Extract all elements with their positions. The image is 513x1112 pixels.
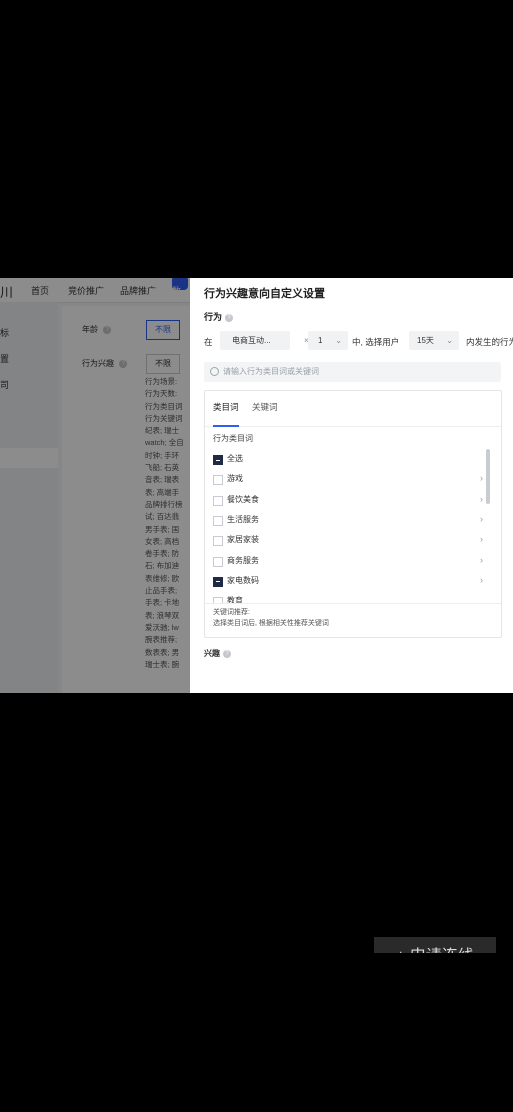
drawer-title: 行为兴趣意向自定义设置 [204,288,325,300]
active-tab-indicator [213,425,239,427]
category-label: 游戏 [227,474,243,484]
search-placeholder: 请输入行为类目词或关键词 [223,367,319,376]
chevron-right-icon[interactable]: › [480,555,483,565]
category-checkbox[interactable] [213,455,223,465]
category-label: 教育 [227,596,243,604]
behavior-scene-select[interactable]: 电商互动... × [220,331,309,350]
category-label: 家居家装 [227,535,259,545]
behavior-section-title: 行为? [204,310,234,323]
tab-keywords[interactable]: 关键词 [252,401,278,413]
interest-section-title: 兴趣? [204,648,231,659]
category-item[interactable]: 全选 [213,452,483,468]
chevron-right-icon[interactable]: › [480,575,483,585]
category-label: 餐饮美食 [227,494,259,504]
scene-select-value: 电商互动... [232,336,271,345]
category-checkbox[interactable] [213,536,223,547]
apply-connect-button[interactable]: + 申请连线 [374,937,496,953]
category-item[interactable]: 家电数码 › [213,574,483,590]
close-icon[interactable]: ✕ [466,282,486,304]
keyword-recommendation-hint: 选择类目词后, 根据相关性推荐关键词 [213,620,329,627]
select-users-text: 中, 选择用户 [352,337,400,347]
help-icon[interactable]: ? [225,313,234,322]
keyword-recommendation: 关键词推荐: 选择类目词后, 根据相关性推荐关键词 [213,607,329,629]
category-item[interactable]: 教育 [213,594,483,604]
category-item[interactable]: 游戏 › [213,472,483,488]
category-item[interactable]: 家居家装 › [213,533,483,549]
scrollbar[interactable] [486,449,490,504]
category-label: 全选 [227,454,243,463]
category-list-header: 行为类目词 [213,434,253,443]
category-label: 家电数码 [227,575,259,585]
category-item[interactable]: 餐饮美食 › [213,493,483,509]
days-select[interactable]: 15天 ⌄ [409,331,459,350]
help-icon[interactable]: ? [223,649,231,658]
chevron-down-icon: ⌄ [446,336,453,345]
in-label: 在 [204,337,213,347]
category-checkbox[interactable] [213,495,223,506]
category-checkbox[interactable] [213,515,223,526]
behavior-interest-drawer: 行为兴趣意向自定义设置 ✕ 行为? 在 电商互动... × 1 ⌄ 中, 选择用… [190,278,513,693]
category-label: 生活服务 [227,514,259,524]
count-select-value: 1 [318,336,323,345]
category-search-input[interactable]: 请输入行为类目词或关键词 [204,362,501,382]
tab-category-words[interactable]: 类目词 [213,401,239,413]
count-select[interactable]: 1 ⌄ [308,331,348,350]
chevron-right-icon[interactable]: › [480,534,483,544]
days-select-value: 15天 [417,336,434,345]
occurred-behavior-text: 内发生的行为 [466,337,513,347]
chevron-right-icon[interactable]: › [480,494,483,504]
chevron-right-icon[interactable]: › [480,473,483,483]
category-checkbox[interactable] [213,556,223,567]
keyword-recommendation-title: 关键词推荐: [213,609,250,616]
divider [205,426,501,427]
apply-connect-label: + 申请连线 [396,942,474,953]
chevron-right-icon[interactable]: › [480,514,483,524]
category-checkbox[interactable] [213,475,223,486]
category-panel: 类目词 关键词 行为类目词 全选 游戏 › 餐饮美食 › 生活服务 › 家居家装 › 商务服务 › 家… [204,390,502,638]
app-screen: 川 首页 竞价推广 品牌推广 数 标 置 司 年龄 ? 不限 行为兴趣 ? 不限… [0,278,513,693]
category-label: 商务服务 [227,555,259,565]
search-icon [210,367,219,376]
category-item[interactable]: 生活服务 › [213,513,483,529]
divider [205,603,501,604]
category-item[interactable]: 商务服务 › [213,554,483,570]
chevron-down-icon: ⌄ [335,336,342,345]
category-checkbox[interactable] [213,576,223,587]
